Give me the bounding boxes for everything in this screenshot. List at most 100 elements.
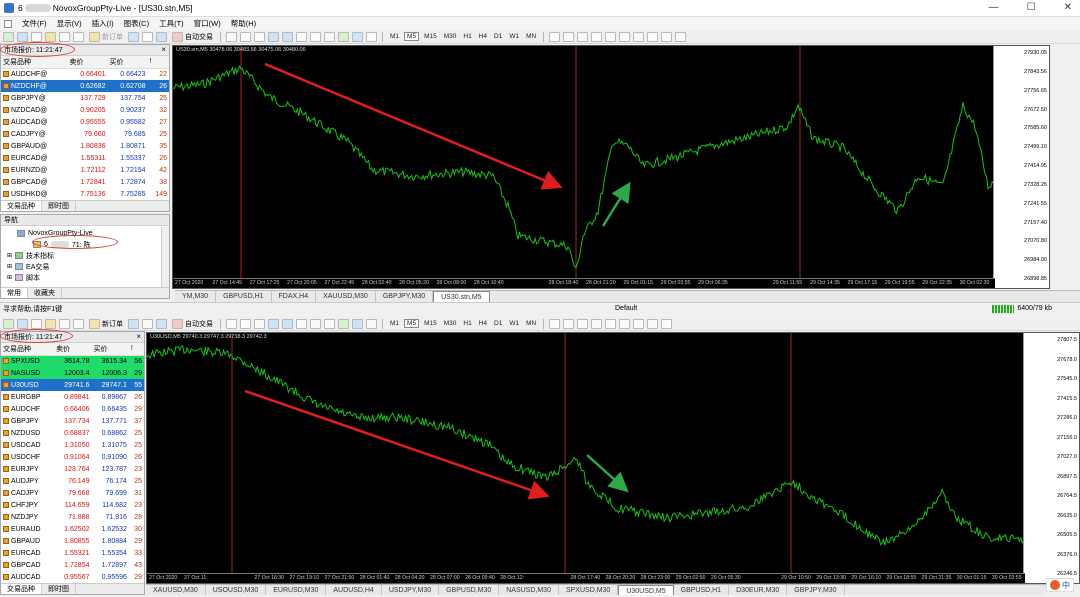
crosshair-icon-2[interactable] <box>563 318 575 329</box>
table-row[interactable]: EURNZD@ 1.72112 1.72154 42 <box>1 164 169 176</box>
chart-tab[interactable]: AUDUSD,H4 <box>326 585 382 595</box>
col-ask[interactable]: 买价 <box>107 56 148 69</box>
terminal-icon[interactable] <box>59 31 70 42</box>
table-row[interactable]: AUDCHF 0.66406 0.66435 29 <box>1 403 144 415</box>
tf-m1[interactable]: M1 <box>388 33 401 40</box>
tile-windows-icon[interactable] <box>296 31 307 42</box>
chart-shift-icon-2[interactable] <box>324 318 335 329</box>
tf-m30[interactable]: M30 <box>442 33 459 40</box>
tf-h4[interactable]: H4 <box>477 33 489 40</box>
table-row[interactable]: EURCAD 1.55321 1.55354 33 <box>1 547 144 559</box>
metaeditor-icon-2[interactable] <box>128 318 139 329</box>
tf2-m15[interactable]: M15 <box>422 320 439 327</box>
line-chart-icon-2[interactable] <box>254 318 265 329</box>
col-symbol-2[interactable]: 交易品种 <box>1 343 55 356</box>
zoom-out-icon[interactable] <box>282 31 293 42</box>
chart-tab[interactable]: XAUUSD,M30 <box>316 291 376 302</box>
rectangle-icon-2[interactable] <box>647 318 659 329</box>
menu-charts[interactable]: 图表(C) <box>124 18 149 29</box>
auto-trading-button[interactable]: 自动交易 <box>170 31 215 42</box>
bar-chart-icon[interactable] <box>226 31 237 42</box>
profiles-icon-2[interactable] <box>17 318 28 329</box>
signals-icon[interactable] <box>156 31 167 42</box>
tf2-m30[interactable]: M30 <box>442 320 459 327</box>
text-icon-2[interactable] <box>661 318 673 329</box>
text-icon[interactable] <box>647 31 659 42</box>
table-row[interactable]: CHFJPY 114.659 114.682 23 <box>1 499 144 511</box>
chart-tab[interactable]: USOUSD,M30 <box>206 585 267 595</box>
menu-tools[interactable]: 工具(T) <box>159 18 184 29</box>
chart-tab[interactable]: GBPUSD,H1 <box>674 585 730 595</box>
trendline-icon-2[interactable] <box>605 318 617 329</box>
zoom-in-icon-2[interactable] <box>268 318 279 329</box>
chart-tab[interactable]: U30USD,M5 <box>618 585 674 595</box>
table-row[interactable]: CADJPY 79.668 79.699 31 <box>1 487 144 499</box>
chart-tab[interactable]: GBPJPY,M30 <box>376 291 434 302</box>
table-row[interactable]: NZDJPY 71.888 71.916 28 <box>1 511 144 523</box>
tester-icon-2[interactable] <box>73 318 84 329</box>
close-icon-2[interactable]: × <box>136 332 141 341</box>
metaeditor-icon[interactable] <box>128 31 139 42</box>
col-bid[interactable]: 卖价 <box>67 56 108 69</box>
fibonacci-icon-2[interactable] <box>633 318 645 329</box>
tab-common[interactable]: 常用 <box>1 288 28 298</box>
candlestick-icon[interactable] <box>240 31 251 42</box>
chart-tab[interactable]: FDAX,H4 <box>272 291 317 302</box>
menu-window[interactable]: 窗口(W) <box>194 18 221 29</box>
autoscroll-icon[interactable] <box>310 31 321 42</box>
chart-tab[interactable]: USDJPY,M30 <box>382 585 440 595</box>
tf2-h4[interactable]: H4 <box>477 320 489 327</box>
bar-chart-icon-2[interactable] <box>226 318 237 329</box>
fibonacci-icon[interactable] <box>633 31 645 42</box>
col-spread[interactable]: ! <box>147 56 169 69</box>
text-label-icon[interactable] <box>661 31 673 42</box>
col-symbol[interactable]: 交易品种 <box>1 56 68 69</box>
indicators-icon-2[interactable] <box>338 318 349 329</box>
history-icon-2[interactable] <box>142 318 153 329</box>
navigator-icon[interactable] <box>45 31 56 42</box>
profiles-icon[interactable] <box>17 31 28 42</box>
cursor-icon-2[interactable] <box>549 318 561 329</box>
candlestick-icon-2[interactable] <box>240 318 251 329</box>
table-row[interactable]: EURJPY 123.764 123.787 23 <box>1 463 144 475</box>
table-row[interactable]: USDCHF 0.91064 0.91090 26 <box>1 451 144 463</box>
chart-us30-m5[interactable]: US30.stn,M5 30478.06 30483.56 30475.06 3… <box>172 45 1050 289</box>
table-row[interactable]: USDCAD 1.31050 1.31075 25 <box>1 439 144 451</box>
tile-windows-icon-2[interactable] <box>296 318 307 329</box>
table-row[interactable]: NZDCAD@ 0.90205 0.90237 32 <box>1 104 169 116</box>
new-order-button-2[interactable]: 新订单 <box>87 318 125 329</box>
table-row[interactable]: EURGBP 0.89841 0.89867 26 <box>1 391 144 403</box>
table-row[interactable]: AUDCAD 0.95567 0.95596 29 <box>1 571 144 583</box>
tf-m5[interactable]: M5 <box>404 32 420 41</box>
table-row[interactable]: NASUSD 12003.4 12006.3 29 <box>1 367 144 379</box>
menu-insert[interactable]: 插入(I) <box>92 18 114 29</box>
table-row[interactable]: GBPAUD 1.80855 1.80884 29 <box>1 535 144 547</box>
chart-tab[interactable]: EURUSD,M30 <box>266 585 327 595</box>
trendline-icon[interactable] <box>605 31 617 42</box>
indicators-icon[interactable] <box>338 31 349 42</box>
templates-icon[interactable] <box>366 31 377 42</box>
table-row[interactable]: EURCAD@ 1.55311 1.55337 26 <box>1 152 169 164</box>
autoscroll-icon-2[interactable] <box>310 318 321 329</box>
table-row[interactable]: USDHKD@ 7.75136 7.75285 149 <box>1 188 169 200</box>
history-icon[interactable] <box>142 31 153 42</box>
tester-icon[interactable] <box>73 31 84 42</box>
table-row[interactable]: GBPJPY 137.734 137.771 37 <box>1 415 144 427</box>
tf-h1[interactable]: H1 <box>461 33 473 40</box>
chart-tab[interactable]: GBPJPY,M30 <box>787 585 845 595</box>
ime-indicator[interactable]: 中 <box>1046 578 1074 592</box>
tree-scripts[interactable]: ⊞ 脚本 <box>3 272 167 283</box>
table-row[interactable]: NZDCHF@ 0.62682 0.62708 26 <box>1 80 169 92</box>
col-ask-2[interactable]: 买价 <box>91 343 129 356</box>
table-row[interactable]: GBPJPY@ 137.729 137.754 25 <box>1 92 169 104</box>
menu-view[interactable]: 显示(V) <box>57 18 82 29</box>
tf2-m5[interactable]: M5 <box>404 319 420 328</box>
table-row[interactable]: GBPCAD 1.72854 1.72897 43 <box>1 559 144 571</box>
market-watch-icon[interactable] <box>31 31 42 42</box>
navigator-scrollbar[interactable] <box>161 227 169 287</box>
auto-trading-button-2[interactable]: 自动交易 <box>170 318 215 329</box>
tf-mn[interactable]: MN <box>524 33 538 40</box>
vertical-line-icon[interactable] <box>577 31 589 42</box>
zoom-in-icon[interactable] <box>268 31 279 42</box>
tab-symbols[interactable]: 交易品种 <box>1 201 42 211</box>
